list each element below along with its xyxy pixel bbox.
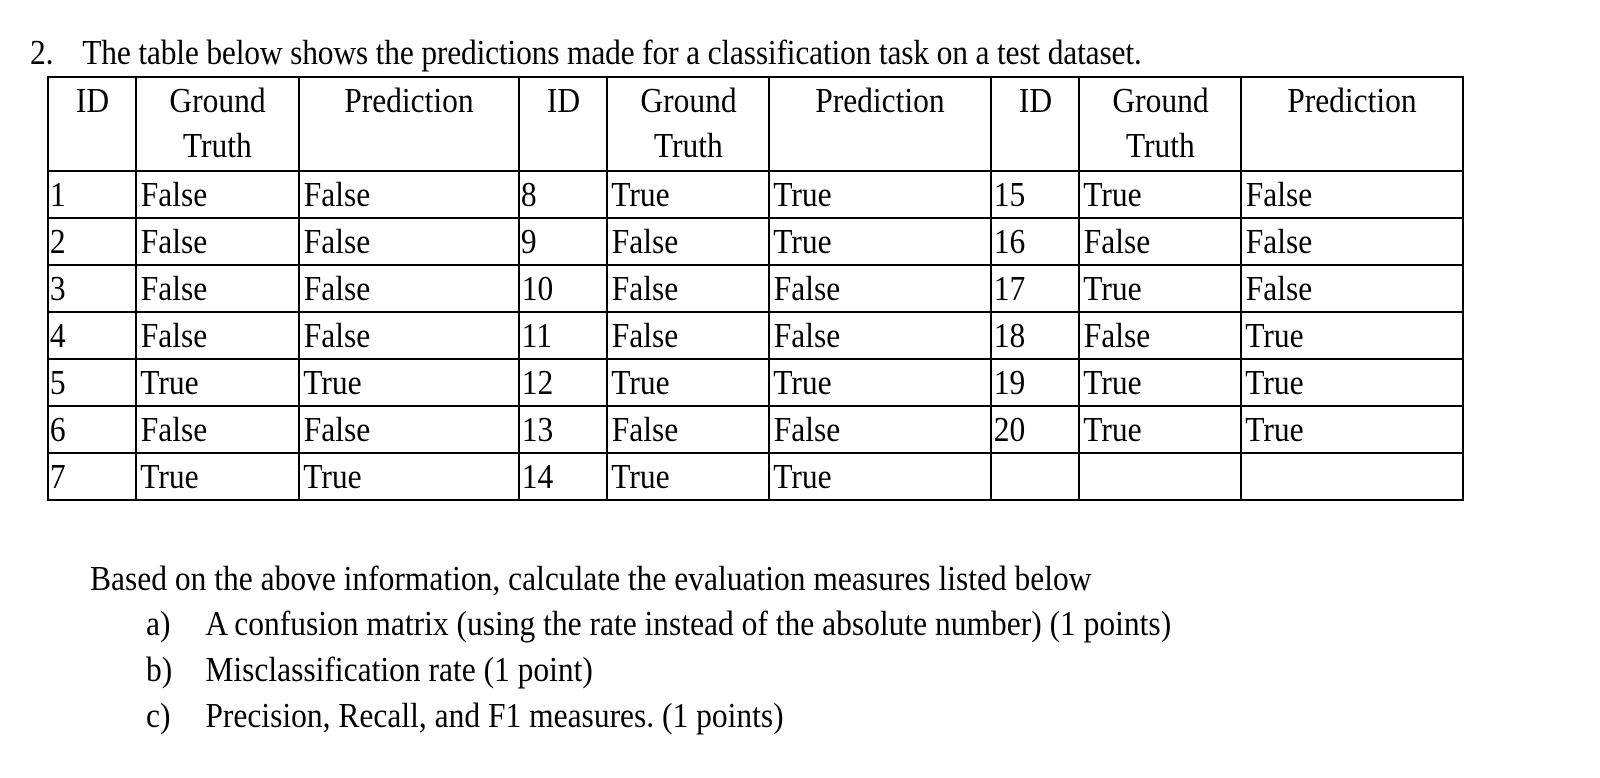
cell-prediction: True	[768, 452, 992, 501]
table-row: 3 False False 10 False False 17 True False	[47, 264, 1464, 313]
cell-id: 10	[518, 264, 608, 313]
header-prediction: Prediction	[768, 76, 992, 172]
cell-ground-truth: True	[135, 358, 300, 407]
cell-prediction: True	[768, 217, 992, 266]
table-row: 1 False False 8 True True 15 True False	[47, 170, 1464, 219]
predictions-table: ID Ground Truth Prediction ID Ground Truth…	[47, 76, 1464, 501]
cell-prediction	[1240, 452, 1464, 501]
header-ground-truth: Ground Truth	[606, 76, 770, 172]
header-id: ID	[990, 76, 1080, 172]
header-id: ID	[518, 76, 608, 172]
cell-ground-truth: True	[606, 358, 770, 407]
cell-prediction: True	[1240, 358, 1464, 407]
cell-prediction: False	[768, 264, 992, 313]
cell-id: 15	[990, 170, 1080, 219]
cell-id	[990, 452, 1080, 501]
cell-id: 18	[990, 311, 1080, 360]
cell-prediction: False	[298, 264, 520, 313]
cell-prediction: False	[298, 311, 520, 360]
table-row: 7 True True 14 True True	[47, 452, 1464, 501]
cell-prediction: False	[298, 170, 520, 219]
question-items-list: a) A confusion matrix (using the rate ins…	[146, 601, 1171, 739]
cell-id: 14	[518, 452, 608, 501]
cell-id: 20	[990, 405, 1080, 454]
cell-prediction: False	[1240, 170, 1464, 219]
cell-ground-truth: True	[1078, 264, 1242, 313]
table-header-row: ID Ground Truth Prediction ID Ground Truth…	[47, 76, 1464, 172]
item-text: Misclassification rate (1 point)	[205, 650, 593, 689]
cell-id: 17	[990, 264, 1080, 313]
cell-id: 11	[518, 311, 608, 360]
cell-id: 4	[47, 311, 137, 360]
cell-ground-truth: True	[135, 452, 300, 501]
cell-id: 5	[47, 358, 137, 407]
cell-ground-truth: False	[135, 217, 300, 266]
header-ground-truth: Ground Truth	[135, 76, 300, 172]
item-marker: b)	[146, 650, 173, 689]
question-item: b) Misclassification rate (1 point)	[146, 647, 1171, 693]
question-item: a) A confusion matrix (using the rate ins…	[146, 601, 1171, 647]
cell-ground-truth: False	[135, 311, 300, 360]
instructions-text: Based on the above information, calculat…	[90, 559, 1092, 598]
cell-id: 7	[47, 452, 137, 501]
cell-prediction: False	[768, 405, 992, 454]
cell-ground-truth: False	[135, 264, 300, 313]
item-marker: c)	[146, 696, 171, 735]
cell-ground-truth: False	[1078, 217, 1242, 266]
question-item: c) Precision, Recall, and F1 measures. (1…	[146, 693, 1171, 739]
cell-ground-truth: False	[135, 405, 300, 454]
cell-prediction: True	[1240, 405, 1464, 454]
cell-prediction: False	[1240, 217, 1464, 266]
cell-prediction: False	[298, 217, 520, 266]
header-prediction: Prediction	[1240, 76, 1464, 172]
cell-ground-truth: False	[606, 217, 770, 266]
item-text: A confusion matrix (using the rate inste…	[205, 604, 1172, 643]
cell-id: 1	[47, 170, 137, 219]
cell-ground-truth: True	[1078, 358, 1242, 407]
cell-id: 3	[47, 264, 137, 313]
table-row: 2 False False 9 False True 16 False False	[47, 217, 1464, 266]
cell-id: 12	[518, 358, 608, 407]
cell-ground-truth: True	[606, 170, 770, 219]
cell-ground-truth	[1078, 452, 1242, 501]
header-id: ID	[47, 76, 137, 172]
cell-prediction: True	[298, 452, 520, 501]
cell-id: 9	[518, 217, 608, 266]
cell-id: 13	[518, 405, 608, 454]
cell-id: 6	[47, 405, 137, 454]
cell-prediction: True	[298, 358, 520, 407]
table-row: 5 True True 12 True True 19 True True	[47, 358, 1464, 407]
question-heading: 2. The table below shows the predictions …	[30, 33, 1142, 73]
cell-ground-truth: False	[1078, 311, 1242, 360]
cell-prediction: False	[298, 405, 520, 454]
cell-id: 19	[990, 358, 1080, 407]
cell-id: 8	[518, 170, 608, 219]
header-prediction: Prediction	[298, 76, 520, 172]
table-row: 4 False False 11 False False 18 False True	[47, 311, 1464, 360]
question-text: The table below shows the predictions ma…	[82, 33, 1142, 72]
cell-prediction: False	[1240, 264, 1464, 313]
cell-prediction: True	[768, 358, 992, 407]
cell-ground-truth: False	[606, 405, 770, 454]
question-number: 2.	[30, 33, 54, 72]
cell-ground-truth: False	[606, 311, 770, 360]
cell-ground-truth: False	[135, 170, 300, 219]
cell-ground-truth: True	[1078, 405, 1242, 454]
cell-prediction: False	[768, 311, 992, 360]
cell-ground-truth: True	[606, 452, 770, 501]
cell-prediction: True	[1240, 311, 1464, 360]
header-ground-truth: Ground Truth	[1078, 76, 1242, 172]
cell-id: 16	[990, 217, 1080, 266]
item-text: Precision, Recall, and F1 measures. (1 p…	[205, 696, 784, 735]
table-row: 6 False False 13 False False 20 True True	[47, 405, 1464, 454]
cell-ground-truth: False	[606, 264, 770, 313]
cell-prediction: True	[768, 170, 992, 219]
cell-ground-truth: True	[1078, 170, 1242, 219]
item-marker: a)	[146, 604, 171, 643]
cell-id: 2	[47, 217, 137, 266]
